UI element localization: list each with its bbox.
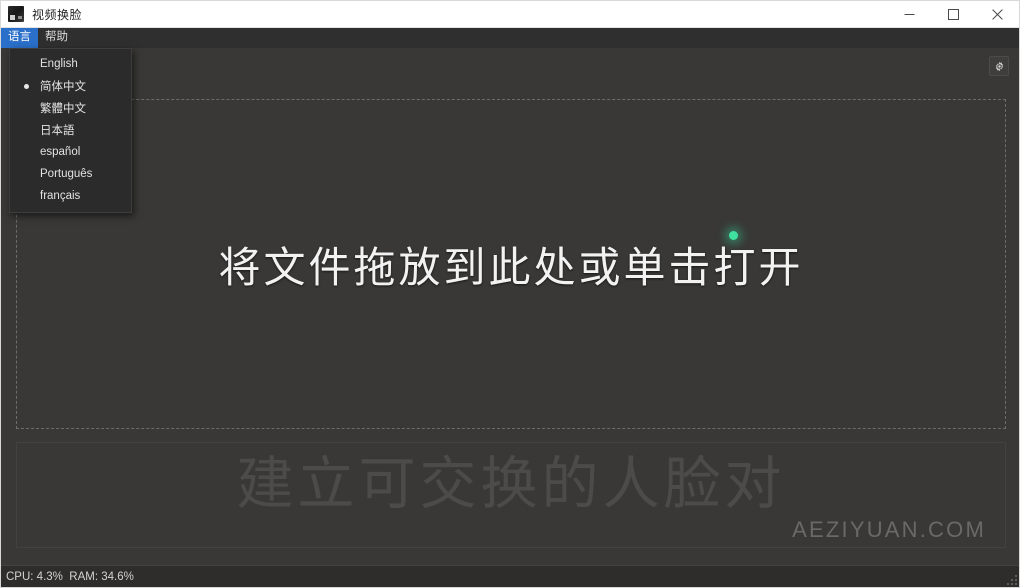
window-controls — [887, 1, 1019, 28]
panel-watermark-text: 建立可交换的人脸对 — [236, 451, 786, 517]
language-item-french[interactable]: français — [10, 185, 131, 207]
title-bar: 视频换脸 — [1, 1, 1019, 28]
app-icon — [8, 6, 24, 22]
preview-panel: 建立可交换的人脸对 AEZIYUAN.COM — [16, 442, 1006, 548]
maximize-button[interactable] — [931, 1, 975, 28]
menu-language[interactable]: 语言 — [1, 28, 38, 48]
language-item-traditional-chinese[interactable]: 繁體中文 — [10, 97, 131, 119]
maximize-icon — [947, 8, 959, 20]
gear-icon — [995, 61, 1003, 71]
language-item-label: français — [40, 190, 81, 202]
menu-language-label: 语言 — [8, 31, 31, 44]
drop-zone-label: 将文件拖放到此处或单击打开 — [218, 242, 804, 292]
window-title: 视频换脸 — [32, 7, 83, 22]
language-dropdown-menu: English 简体中文 繁體中文 日本語 español Português … — [9, 48, 132, 213]
language-item-label: Português — [40, 168, 93, 180]
status-bar: CPU: 4.3% RAM: 34.6% — [1, 565, 1019, 587]
minimize-button[interactable] — [887, 1, 931, 28]
minimize-icon — [904, 13, 914, 15]
language-item-label: español — [40, 146, 81, 158]
close-button[interactable] — [975, 1, 1019, 28]
language-item-label: English — [40, 58, 78, 70]
language-item-label: 繁體中文 — [40, 103, 86, 115]
site-watermark: AEZIYUAN.COM — [792, 517, 986, 542]
settings-button[interactable] — [989, 56, 1009, 76]
menu-bar: 语言 帮助 — [1, 28, 1019, 48]
language-item-spanish[interactable]: español — [10, 141, 131, 163]
language-item-japanese[interactable]: 日本語 — [10, 119, 131, 141]
language-item-portuguese[interactable]: Português — [10, 163, 131, 185]
language-item-simplified-chinese[interactable]: 简体中文 — [10, 75, 131, 97]
main-content-area: 将文件拖放到此处或单击打开 建立可交换的人脸对 AEZIYUAN.COM — [1, 48, 1019, 565]
language-item-english[interactable]: English — [10, 53, 131, 75]
close-icon — [991, 8, 1003, 20]
menu-help[interactable]: 帮助 — [38, 28, 75, 48]
resource-usage-text: CPU: 4.3% RAM: 34.6% — [6, 570, 134, 583]
file-drop-zone[interactable]: 将文件拖放到此处或单击打开 — [16, 99, 1006, 429]
resize-grip[interactable] — [1007, 575, 1017, 585]
menu-help-label: 帮助 — [45, 31, 68, 44]
application-window: 视频换脸 语言 帮助 English 简体中文 繁體中文 日本語 español… — [0, 0, 1020, 588]
selected-radio-icon — [24, 83, 29, 89]
language-item-label: 简体中文 — [40, 81, 86, 93]
language-item-label: 日本語 — [40, 125, 75, 137]
